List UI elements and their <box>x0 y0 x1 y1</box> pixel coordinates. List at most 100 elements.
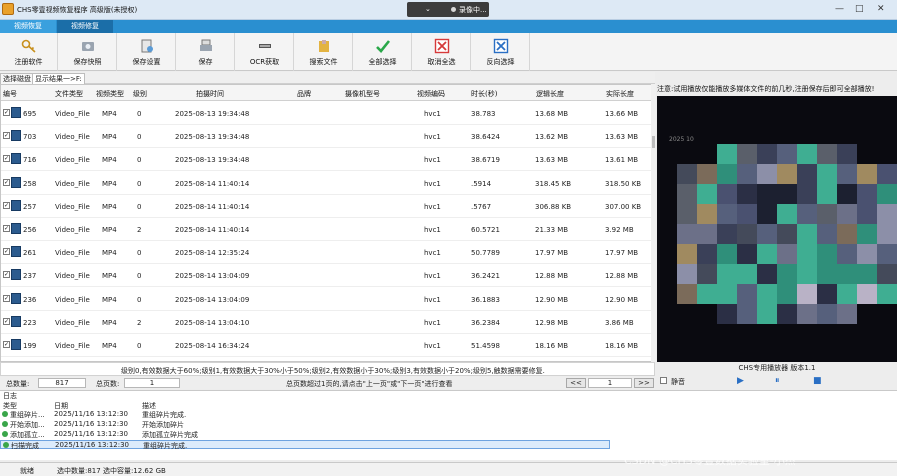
mosaic-tile <box>697 284 717 304</box>
row-checkbox[interactable]: ✓ <box>3 341 10 348</box>
mosaic-tile <box>757 144 777 164</box>
cell-video-type: MP4 <box>102 249 117 258</box>
table-row[interactable]: ✓ 258 Video_File MP4 0 2025-08-14 11:40:14 hvc… <box>1 172 652 195</box>
cell-id: 695 <box>23 110 37 118</box>
settings-document-icon <box>141 39 153 53</box>
log-row[interactable]: 扫描完成 2025/11/16 13:12:30 重组碎片完成. <box>0 440 610 450</box>
table-scrollbar[interactable] <box>651 84 656 362</box>
table-row[interactable]: ✓ 199 Video_File MP4 0 2025-08-14 16:34:24 hvc… <box>1 334 652 357</box>
video-file-icon <box>11 153 21 165</box>
app-icon <box>2 3 14 15</box>
prev-page-button[interactable]: << <box>566 378 586 388</box>
log-row[interactable]: 添加孤立... 2025/11/16 13:12:30 添加孤立碎片完成 <box>0 430 610 439</box>
cell-duration: 36.1883 <box>471 295 500 304</box>
col-level[interactable]: 级别 <box>133 89 147 99</box>
close-button[interactable]: ✕ <box>877 4 885 14</box>
table-row[interactable]: ✓ 716 Video_File MP4 0 2025-08-13 19:34:48 hvc… <box>1 148 652 172</box>
row-checkbox[interactable]: ✓ <box>3 109 10 116</box>
cell-shoot-time: 2025-08-14 11:40:14 <box>175 179 250 188</box>
select-all-button[interactable]: 全部选择 <box>354 33 412 71</box>
row-checkbox[interactable]: ✓ <box>3 294 10 302</box>
pause-icon[interactable]: ⏸ <box>775 376 780 386</box>
cell-logical-length: 12.90 MB <box>535 295 569 304</box>
table-row[interactable]: ✓ 261 Video_File MP4 0 2025-08-14 12:35:24 hvc… <box>1 241 652 265</box>
register-button[interactable]: 注册软件 <box>0 33 58 71</box>
log-row[interactable]: 重组碎片... 2025/11/16 13:12:30 重组碎片完成. <box>0 410 610 419</box>
player-controls: 静音 ▶ ⏸ ■ <box>657 374 897 388</box>
cell-file-type: Video_File <box>55 342 90 350</box>
table-row[interactable]: ✓ 236 Video_File MP4 0 2025-08-14 13:04:09 hvc… <box>1 288 652 311</box>
ocr-icon <box>258 44 271 48</box>
row-checkbox[interactable]: ✓ <box>3 132 10 140</box>
col-shoot-time[interactable]: 拍摄时间 <box>196 89 224 99</box>
tab-video-repair[interactable]: 视频修复 <box>57 20 113 33</box>
col-camera-model[interactable]: 摄像机型号 <box>345 89 380 99</box>
pager: 总数量: 817 总页数: 1 总页数超过1页的,请点击"上一页"或"下一页"进… <box>0 377 655 389</box>
col-id[interactable]: 编号 <box>3 89 17 99</box>
mute-checkbox[interactable] <box>660 377 667 384</box>
mosaic-tile <box>717 284 737 304</box>
mosaic-tile <box>797 144 817 164</box>
log-desc: 添加孤立碎片完成 <box>142 431 198 439</box>
log-row[interactable]: 开始添加... 2025/11/16 13:12:30 开始添加碎片 <box>0 420 610 429</box>
tab-video-recovery[interactable]: 视频恢复 <box>0 20 56 33</box>
cell-codec: hvc1 <box>424 226 441 234</box>
log-date: 2025/11/16 13:12:30 <box>54 430 129 438</box>
row-checkbox[interactable]: ✓ <box>3 155 10 163</box>
stop-icon[interactable]: ■ <box>813 376 822 386</box>
mosaic-tile <box>857 224 877 244</box>
row-checkbox[interactable]: ✓ <box>3 248 10 256</box>
ocr-button[interactable]: OCR获取 <box>236 33 294 71</box>
cell-shoot-time: 2025-08-14 11:40:14 <box>175 226 250 234</box>
row-checkbox[interactable]: ✓ <box>3 178 10 186</box>
cell-codec: hvc1 <box>424 342 441 350</box>
row-checkbox[interactable]: ✓ <box>3 201 10 209</box>
cell-id: 237 <box>23 272 37 281</box>
mosaic-tile <box>777 224 797 244</box>
row-checkbox[interactable]: ✓ <box>3 317 10 325</box>
save-button[interactable]: 保存 <box>177 33 235 71</box>
col-brand[interactable]: 品牌 <box>297 89 311 99</box>
col-codec[interactable]: 视频编码 <box>417 89 445 99</box>
play-icon[interactable]: ▶ <box>737 376 744 386</box>
cell-actual-length: 18.16 MB <box>605 342 639 350</box>
table-row[interactable]: ✓ 256 Video_File MP4 2 2025-08-14 11:40:14 hvc… <box>1 218 652 241</box>
info-icon <box>2 431 8 437</box>
invert-selection-button[interactable]: 反向选择 <box>472 33 530 71</box>
table-row[interactable]: ✓ 257 Video_File MP4 0 2025-08-14 11:40:14 hvc… <box>1 195 652 218</box>
mosaic-tile <box>837 264 857 284</box>
page-input[interactable]: 1 <box>588 378 632 388</box>
recording-indicator[interactable]: ⌄ 录像中... <box>407 2 489 17</box>
cell-shoot-time: 2025-08-14 12:35:24 <box>175 249 250 258</box>
col-file-type[interactable]: 文件类型 <box>55 89 83 99</box>
scrollbar-thumb[interactable] <box>652 136 655 148</box>
mosaic-tile <box>837 204 857 224</box>
table-row[interactable]: ✓ 237 Video_File MP4 0 2025-08-14 13:04:09 hvc… <box>1 264 652 288</box>
cell-file-type: Video_File <box>55 272 90 281</box>
cancel-all-button[interactable]: 取消全选 <box>413 33 471 71</box>
tab-select-disk[interactable]: 选择磁盘 <box>0 73 34 84</box>
mosaic-tile <box>717 184 737 204</box>
table-row[interactable]: ✓ 223 Video_File MP4 2 2025-08-14 13:04:10 hvc… <box>1 311 652 334</box>
mosaic-tile <box>817 164 837 184</box>
col-logical-length[interactable]: 逻辑长度 <box>536 89 564 99</box>
mosaic-tile <box>757 224 777 244</box>
chevron-down-icon[interactable]: ⌄ <box>425 5 431 13</box>
col-video-type[interactable]: 视频类型 <box>96 89 124 99</box>
row-checkbox[interactable]: ✓ <box>3 271 10 279</box>
next-page-button[interactable]: >> <box>634 378 654 388</box>
table-row[interactable]: ✓ 695 Video_File MP4 0 2025-08-13 19:34:48 hvc… <box>1 102 652 125</box>
cell-level: 0 <box>137 272 142 281</box>
search-file-button[interactable]: 搜索文件 <box>295 33 353 71</box>
tab-results[interactable]: 显示结果一>F: <box>32 73 85 84</box>
cell-logical-length: 318.45 KB <box>535 179 572 188</box>
save-snapshot-button[interactable]: 保存快照 <box>59 33 117 71</box>
table-row[interactable]: ✓ 703 Video_File MP4 0 2025-08-13 19:34:48 hvc… <box>1 125 652 149</box>
col-actual-length[interactable]: 实际长度 <box>606 89 634 99</box>
maximize-button[interactable]: □ <box>855 4 864 14</box>
save-settings-button[interactable]: 保存设置 <box>118 33 176 71</box>
col-duration[interactable]: 时长(秒) <box>471 89 497 99</box>
video-file-icon <box>11 199 21 211</box>
minimize-button[interactable]: — <box>835 4 844 14</box>
row-checkbox[interactable]: ✓ <box>3 225 10 232</box>
